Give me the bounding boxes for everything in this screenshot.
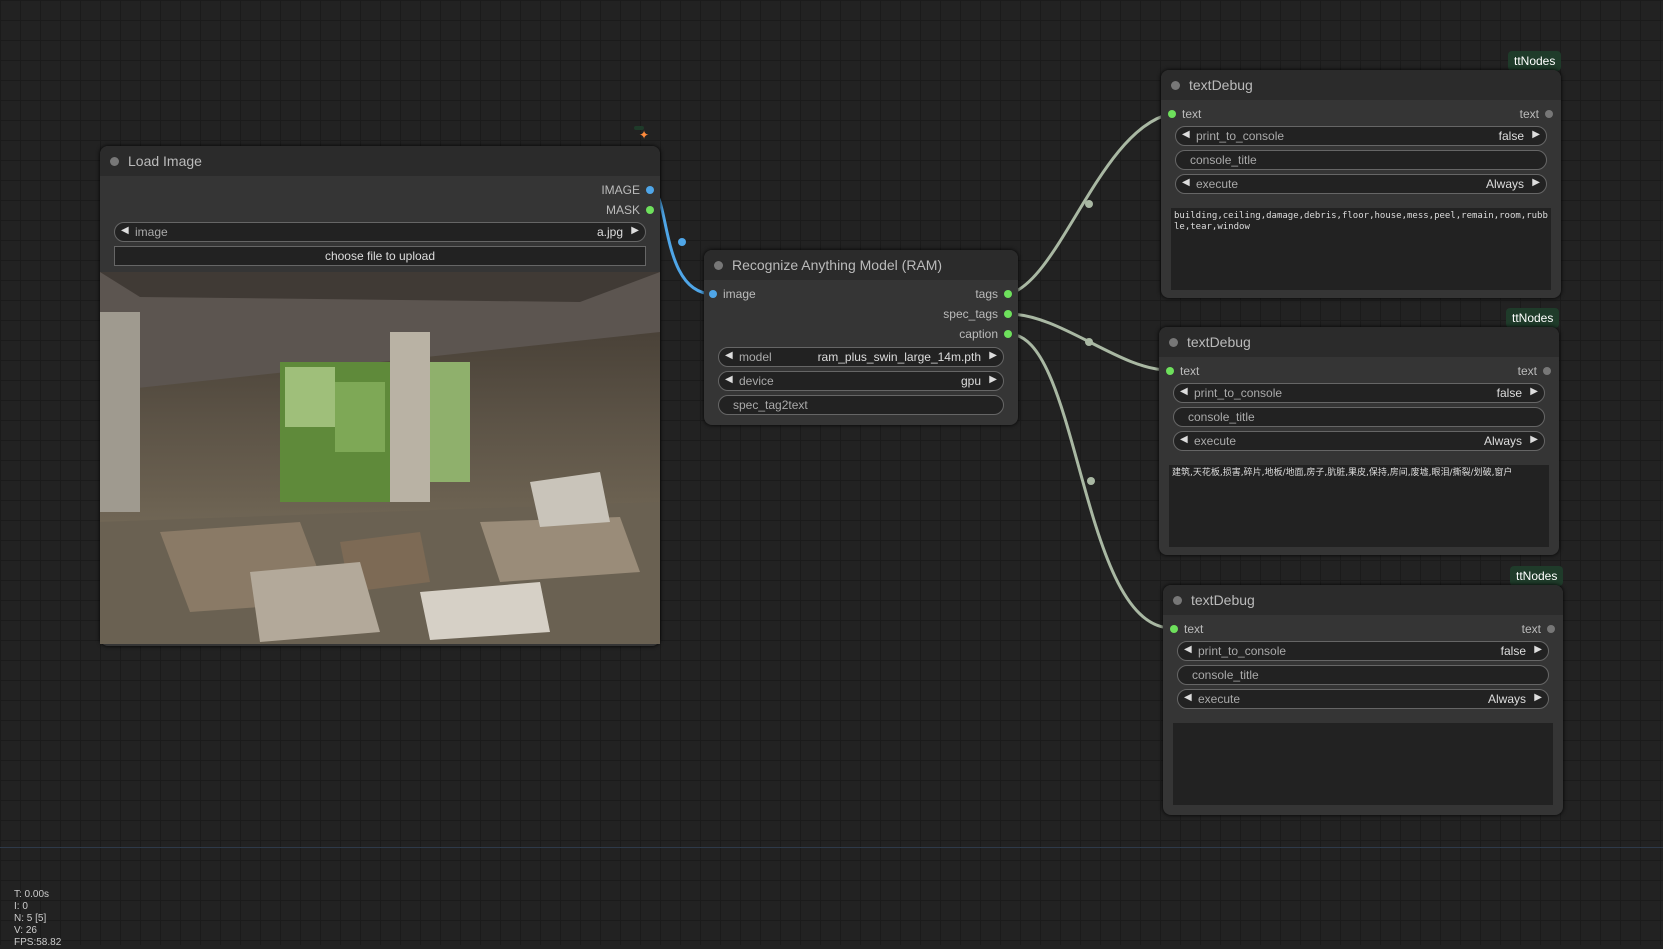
- collapse-dot-icon[interactable]: [1169, 338, 1178, 347]
- ram-title-bar[interactable]: Recognize Anything Model (RAM): [704, 250, 1018, 280]
- load-image-title-bar[interactable]: Load Image: [100, 146, 660, 176]
- arrow-left-icon[interactable]: ◀: [725, 374, 733, 385]
- node-title: Load Image: [128, 153, 202, 169]
- destroyed-room-photo: [100, 272, 660, 644]
- arrow-right-icon[interactable]: ▶: [1530, 386, 1538, 397]
- input-slot-text[interactable]: text: [1166, 364, 1199, 378]
- text-debug-title-bar[interactable]: textDebug: [1163, 585, 1563, 615]
- input-slot-text[interactable]: text: [1168, 107, 1201, 121]
- arrow-right-icon[interactable]: ▶: [1532, 177, 1540, 188]
- slot-dot-icon[interactable]: [1170, 625, 1178, 633]
- node-badge: ttNodes: [1508, 51, 1562, 71]
- input-slot-text[interactable]: text: [1170, 622, 1203, 636]
- arrow-right-icon[interactable]: ▶: [1534, 692, 1542, 703]
- node-title: textDebug: [1191, 592, 1255, 608]
- slot-dot-icon[interactable]: [646, 206, 654, 214]
- arrow-right-icon[interactable]: ▶: [1534, 644, 1542, 655]
- node-title: textDebug: [1187, 334, 1251, 350]
- collapse-dot-icon[interactable]: [1171, 81, 1180, 90]
- arrow-right-icon[interactable]: ▶: [989, 350, 997, 361]
- arrow-left-icon[interactable]: ◀: [1182, 177, 1190, 188]
- arrow-right-icon[interactable]: ▶: [989, 374, 997, 385]
- output-slot-text[interactable]: text: [1518, 364, 1551, 378]
- node-title: textDebug: [1189, 77, 1253, 93]
- image-combo-widget[interactable]: ◀ image a.jpg ▶: [114, 222, 646, 242]
- ram-node[interactable]: Recognize Anything Model (RAM) image tag…: [704, 250, 1018, 425]
- stat-v: V: 26: [14, 925, 37, 936]
- collapse-dot-icon[interactable]: [714, 261, 723, 270]
- image-preview: [100, 272, 660, 644]
- debug-text-area[interactable]: building,ceiling,damage,debris,floor,hou…: [1171, 208, 1551, 290]
- print-to-console-combo[interactable]: ◀ print_to_console false ▶: [1173, 383, 1545, 403]
- collapse-dot-icon[interactable]: [110, 157, 119, 166]
- arrow-right-icon[interactable]: ▶: [1530, 434, 1538, 445]
- node-badge: ttNodes: [1506, 308, 1560, 328]
- node-title: Recognize Anything Model (RAM): [732, 257, 943, 273]
- device-combo-widget[interactable]: ◀ device gpu ▶: [718, 371, 1004, 391]
- slot-dot-icon[interactable]: [646, 186, 654, 194]
- arrow-right-icon[interactable]: ▶: [631, 225, 639, 236]
- slot-dot-icon[interactable]: [1004, 290, 1012, 298]
- debug-text-area[interactable]: [1173, 723, 1553, 805]
- arrow-left-icon[interactable]: ◀: [725, 350, 733, 361]
- output-slot-text[interactable]: text: [1520, 107, 1553, 121]
- output-slot-spec-tags[interactable]: spec_tags: [943, 307, 1012, 321]
- print-to-console-combo[interactable]: ◀ print_to_console false ▶: [1177, 641, 1549, 661]
- choose-file-button[interactable]: choose file to upload: [114, 246, 646, 266]
- text-debug-node-3[interactable]: textDebug text text ◀ print_to_console f…: [1163, 585, 1563, 815]
- execute-combo[interactable]: ◀ execute Always ▶: [1177, 689, 1549, 709]
- canvas-divider: [0, 847, 1663, 848]
- model-combo-widget[interactable]: ◀ model ram_plus_swin_large_14m.pth ▶: [718, 347, 1004, 367]
- text-debug-title-bar[interactable]: textDebug: [1159, 327, 1559, 357]
- output-slot-text[interactable]: text: [1522, 622, 1555, 636]
- arrow-left-icon[interactable]: ◀: [1180, 386, 1188, 397]
- stat-time: T: 0.00s: [14, 889, 50, 900]
- text-debug-title-bar[interactable]: textDebug: [1161, 70, 1561, 100]
- stat-i: I: 0: [14, 901, 28, 912]
- debug-text-area[interactable]: 建筑,天花板,损害,碎片,地板/地面,房子,肮脏,果皮,保持,房间,废墟,眼泪/…: [1169, 465, 1549, 547]
- slot-dot-icon[interactable]: [1004, 330, 1012, 338]
- slot-dot-icon[interactable]: [1004, 310, 1012, 318]
- arrow-left-icon[interactable]: ◀: [1184, 692, 1192, 703]
- execute-combo[interactable]: ◀ execute Always ▶: [1173, 431, 1545, 451]
- text-debug-node-1[interactable]: textDebug text text ◀ print_to_console f…: [1161, 70, 1561, 298]
- input-slot-image[interactable]: image: [709, 287, 756, 301]
- slot-dot-icon[interactable]: [1543, 367, 1551, 375]
- arrow-left-icon[interactable]: ◀: [121, 225, 129, 236]
- stat-nodes: N: 5 [5]: [14, 913, 47, 924]
- output-slot-mask[interactable]: MASK: [606, 203, 654, 217]
- arrow-left-icon[interactable]: ◀: [1184, 644, 1192, 655]
- print-to-console-combo[interactable]: ◀ print_to_console false ▶: [1175, 126, 1547, 146]
- console-title-field[interactable]: console_title: [1173, 407, 1545, 427]
- arrow-left-icon[interactable]: ◀: [1182, 129, 1190, 140]
- text-debug-node-2[interactable]: textDebug text text ◀ print_to_console f…: [1159, 327, 1559, 555]
- console-title-field[interactable]: console_title: [1175, 150, 1547, 170]
- slot-dot-icon[interactable]: [1166, 367, 1174, 375]
- slot-dot-icon[interactable]: [1168, 110, 1176, 118]
- slot-dot-icon[interactable]: [1545, 110, 1553, 118]
- execute-combo[interactable]: ◀ execute Always ▶: [1175, 174, 1547, 194]
- output-slot-image[interactable]: IMAGE: [601, 183, 654, 197]
- node-badge: ttNodes: [1510, 566, 1564, 586]
- arrow-left-icon[interactable]: ◀: [1180, 434, 1188, 445]
- slot-dot-icon[interactable]: [1547, 625, 1555, 633]
- output-slot-tags[interactable]: tags: [975, 287, 1012, 301]
- stat-fps: FPS:58.82: [14, 937, 62, 948]
- arrow-right-icon[interactable]: ▶: [1532, 129, 1540, 140]
- load-image-node[interactable]: Load Image IMAGE MASK ◀ image a.jpg ▶ ch…: [100, 146, 660, 646]
- render-stats: T: 0.00s I: 0 N: 5 [5] V: 26 FPS:58.82: [14, 889, 61, 949]
- output-slot-caption[interactable]: caption: [959, 327, 1012, 341]
- spec-tag2text-field[interactable]: spec_tag2text: [718, 395, 1004, 415]
- console-title-field[interactable]: console_title: [1177, 665, 1549, 685]
- fox-icon: ✦: [639, 128, 650, 142]
- slot-dot-icon[interactable]: [709, 290, 717, 298]
- collapse-dot-icon[interactable]: [1173, 596, 1182, 605]
